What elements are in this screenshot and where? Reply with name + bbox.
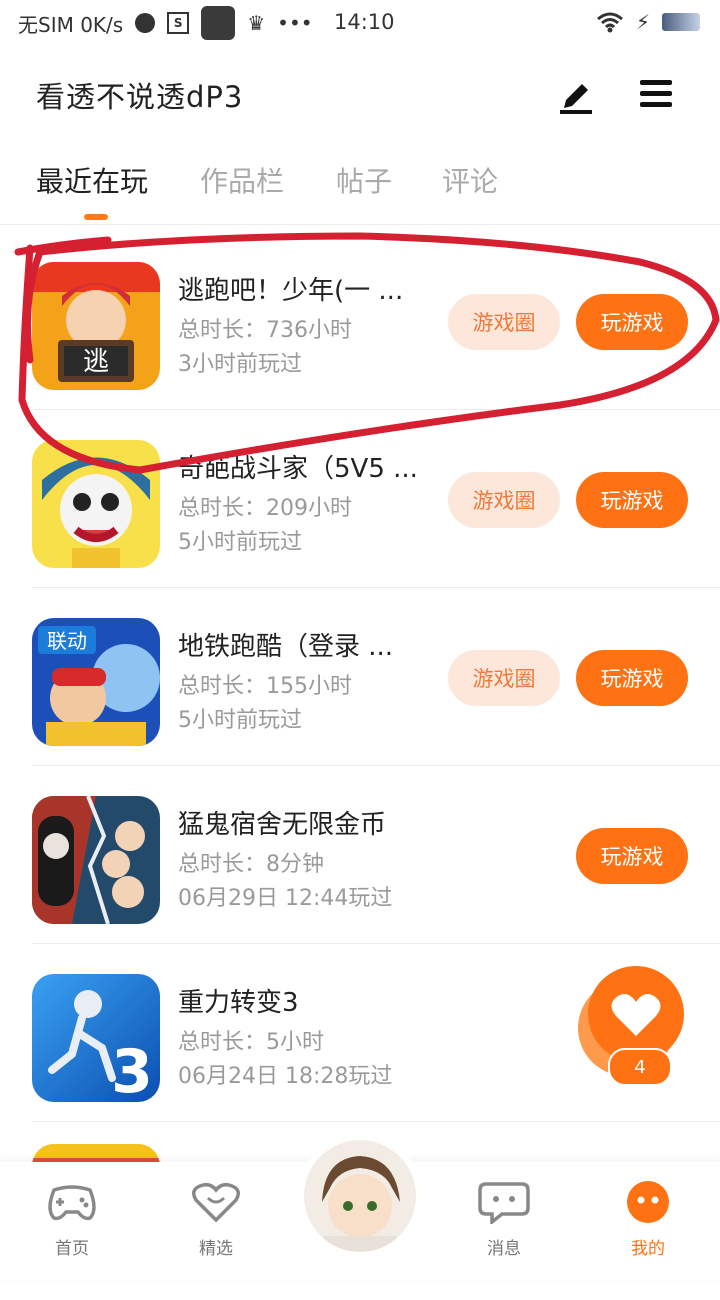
game-icon-label: 联动	[47, 629, 87, 653]
app-notification-icon	[201, 6, 236, 40]
profile-header: 看透不说透dP3	[0, 56, 720, 132]
active-tab-indicator	[84, 214, 108, 220]
tab-recent-play[interactable]: 最近在玩	[36, 160, 148, 200]
nav-home[interactable]: 首页	[22, 1180, 122, 1259]
profile-tabs: 最近在玩 作品栏 帖子 评论	[0, 150, 720, 225]
crown-icon: ♛	[247, 11, 266, 35]
nav-me[interactable]: 我的	[598, 1180, 698, 1259]
status-bar: 无SIM 0K/s S ♛ ••• 14:10 ⚡	[0, 0, 720, 46]
game-last-played: 3小时前玩过	[178, 352, 302, 377]
game-duration: 总时长：155小时	[178, 674, 352, 699]
list-item[interactable]: 逃 逃跑吧！少年(一 ... 总时长：736小时 3小时前玩过 游戏圈 玩游戏	[32, 232, 720, 410]
game-name: 地铁跑酷（登录 ...	[178, 632, 394, 662]
game-icon: 逃	[32, 262, 160, 390]
nav-label: 我的	[631, 1239, 665, 1259]
game-name: 猛鬼宿舍无限金币	[178, 810, 387, 840]
browser-icon	[135, 13, 156, 33]
game-icon-label: 3	[111, 1037, 153, 1102]
tab-works[interactable]: 作品栏	[200, 160, 284, 200]
game-circle-button[interactable]: 游戏圈	[448, 650, 560, 706]
nav-messages[interactable]: 消息	[454, 1180, 554, 1259]
list-item[interactable]: 猛鬼宿舍无限金币 总时长：8分钟 06月29日 12:44玩过 玩游戏	[32, 766, 720, 944]
battery-icon	[662, 13, 700, 31]
game-icon	[32, 440, 160, 568]
more-notifications-icon: •••	[277, 11, 313, 35]
avatar[interactable]	[298, 1134, 422, 1258]
notification-s-icon: S	[167, 12, 190, 34]
game-last-played: 06月29日 12:44玩过	[178, 886, 393, 911]
list-item[interactable]: 联动 地铁跑酷（登录 ... 总时长：155小时 5小时前玩过 游戏圈 玩游戏	[32, 588, 720, 766]
game-icon	[32, 796, 160, 924]
nav-label: 消息	[487, 1239, 521, 1259]
game-name: 奇葩战斗家（5V5 ...	[178, 454, 418, 484]
play-game-button[interactable]: 玩游戏	[576, 650, 688, 706]
game-last-played: 06月24日 18:28玩过	[178, 1064, 393, 1089]
clock: 14:10	[334, 10, 395, 34]
play-game-button[interactable]: 玩游戏	[576, 828, 688, 884]
heart-shield-icon	[192, 1182, 240, 1223]
game-icon: 联动	[32, 618, 160, 746]
game-name: 逃跑吧！少年(一 ...	[178, 276, 404, 306]
edit-icon[interactable]	[556, 74, 596, 114]
nav-label: 首页	[55, 1239, 89, 1259]
tab-posts[interactable]: 帖子	[336, 160, 392, 200]
game-last-played: 5小时前玩过	[178, 708, 302, 733]
nav-featured[interactable]: 精选	[166, 1180, 266, 1259]
game-icon: 3	[32, 974, 160, 1102]
tab-comments[interactable]: 评论	[442, 160, 498, 200]
play-game-button[interactable]: 玩游戏	[576, 472, 688, 528]
floating-like-button[interactable]: 4	[578, 966, 688, 1086]
avatar-image	[304, 1140, 416, 1252]
game-circle-button[interactable]: 游戏圈	[448, 294, 560, 350]
chat-icon	[478, 1182, 530, 1226]
list-item[interactable]: 奇葩战斗家（5V5 ... 总时长：209小时 5小时前玩过 游戏圈 玩游戏	[32, 410, 720, 588]
game-circle-button[interactable]: 游戏圈	[448, 472, 560, 528]
me-face-icon	[627, 1181, 669, 1223]
wifi-icon	[596, 12, 623, 33]
game-duration: 总时长：736小时	[178, 318, 352, 343]
game-duration: 总时长：8分钟	[178, 852, 324, 877]
nav-label: 精选	[199, 1239, 233, 1259]
gamepad-icon	[48, 1185, 96, 1221]
page-title: 看透不说透dP3	[36, 80, 244, 114]
carrier-text: 无SIM 0K/s	[18, 12, 124, 37]
game-duration: 总时长：209小时	[178, 496, 352, 521]
charging-icon: ⚡	[635, 10, 650, 34]
game-name: 重力转变3	[178, 988, 299, 1018]
like-count-badge: 4	[608, 1048, 672, 1086]
game-icon-label: 逃	[83, 347, 109, 377]
game-last-played: 5小时前玩过	[178, 530, 302, 555]
bottom-navigation: 首页 精选 消息 我的	[0, 1134, 720, 1280]
menu-icon[interactable]	[636, 76, 676, 112]
play-game-button[interactable]: 玩游戏	[576, 294, 688, 350]
game-duration: 总时长：5小时	[178, 1030, 324, 1055]
